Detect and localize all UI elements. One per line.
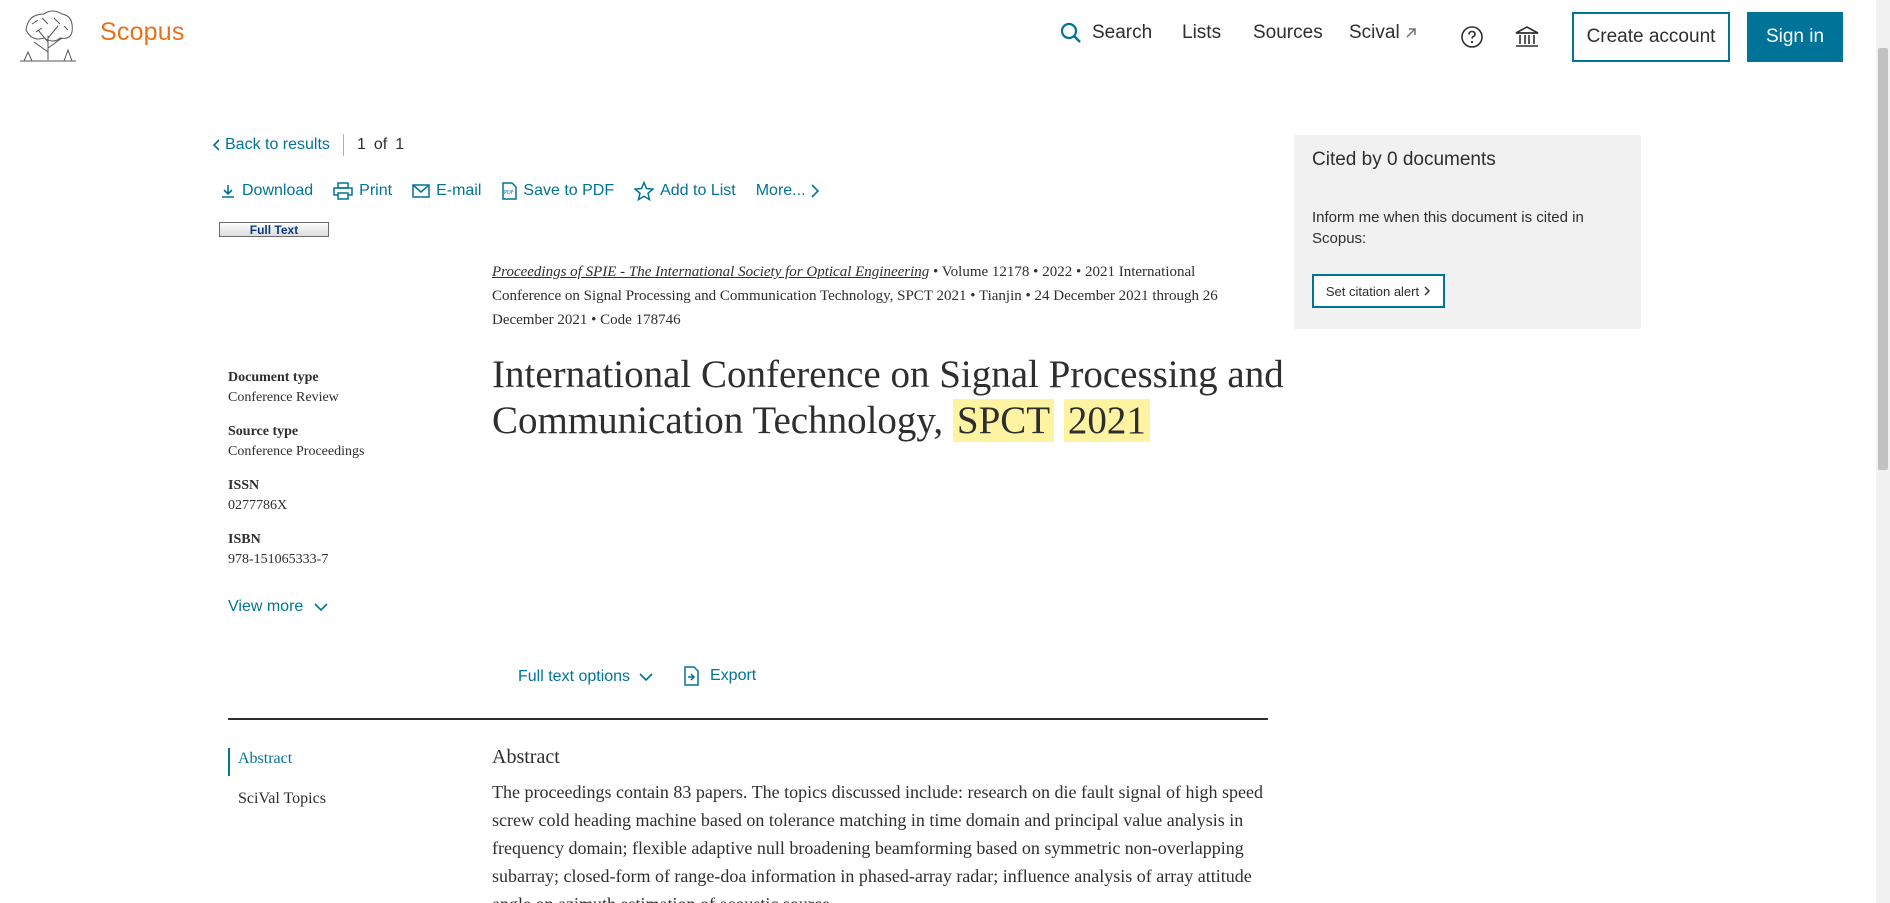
add-to-list-button[interactable]: Add to List [634,181,736,201]
export-icon [684,666,699,686]
isbn-label: ISBN [228,532,261,547]
more-menu-button[interactable]: More... [756,182,826,200]
set-citation-alert-button[interactable]: Set citation alert [1312,274,1445,308]
bullet: • [1025,288,1035,304]
set-citation-alert-label: Set citation alert [1325,283,1420,299]
email-label: E-mail [436,182,482,199]
isbn-value: 978-151065333-7 [228,552,329,567]
help-circle-icon[interactable] [1460,25,1484,49]
isbn-field: ISBN 978-151065333-7 [228,530,364,570]
divider [342,134,344,156]
institution-icon[interactable] [1514,24,1540,50]
volume: Volume 12178 [941,264,1030,280]
save-pdf-label: Save to PDF [523,182,615,199]
section-divider [228,718,1268,720]
bullet: • [1075,264,1085,280]
nav-search[interactable]: Search [1060,22,1152,44]
chevron-right-icon [810,184,819,198]
abstract-text: The proceedings contain 83 papers. The t… [492,782,1263,903]
add-to-list-label: Add to List [660,182,736,199]
page-scrollbar-thumb[interactable] [1878,48,1888,470]
save-pdf-button[interactable]: PDF Save to PDF [501,182,614,200]
nav-lists-label: Lists [1182,22,1222,43]
top-header: Scopus Search Lists Sources Scival Creat… [0,0,1890,76]
doc-type-label: Document type [228,370,319,385]
search-icon [1060,22,1081,43]
sidenav-item-abstract[interactable]: Abstract [228,748,326,776]
page-of: of [373,136,388,153]
full-text-options-button[interactable]: Full text options [518,668,654,686]
pdf-icon: PDF [502,182,518,200]
bullet: • [591,312,601,328]
email-button[interactable]: E-mail [412,182,481,200]
back-to-results-label: Back to results [225,136,330,153]
export-label: Export [710,667,757,684]
issn-value: 0277786X [228,498,288,513]
sign-in-button[interactable]: Sign in [1747,12,1843,62]
back-to-results-link[interactable]: Back to results [212,136,330,154]
chevron-left-icon [212,139,220,151]
page-total: 1 [395,136,405,153]
sidenav-item-scival-topics[interactable]: SciVal Topics [228,790,326,808]
source-type-field: Source type Conference Proceedings [228,422,364,462]
nav-scival[interactable]: Scival [1349,22,1418,44]
cited-by-panel: Cited by 0 documents Inform me when this… [1294,135,1641,329]
cited-by-title: Cited by 0 documents [1312,149,1496,170]
nav-sources-label: Sources [1253,22,1323,43]
cited-by-inform-text: Inform me when this document is cited in… [1312,209,1584,247]
bullet: • [1033,264,1043,280]
document-toolbar: Download Print E-mail PDF Save to PDF Ad… [220,181,846,201]
document-title: International Conference on Signal Proce… [492,352,1292,444]
star-icon [634,181,655,201]
download-label: Download [242,182,314,199]
svg-text:PDF: PDF [504,190,514,196]
conference-location: Tianjin [978,288,1022,304]
conference-code: Code 178746 [600,312,681,328]
nav-scival-label: Scival [1349,22,1400,43]
title-highlight: SPCT [952,399,1055,442]
view-more-label: View more [228,598,304,615]
email-icon [412,184,430,198]
page-current: 1 [356,136,366,153]
doc-type-field: Document type Conference Review [228,368,364,408]
external-link-icon [1406,28,1416,38]
nav-search-label: Search [1092,22,1153,43]
print-label: Print [359,182,393,199]
document-metadata: Document type Conference Review Source t… [228,368,364,584]
doc-type-value: Conference Review [228,390,339,405]
nav-lists[interactable]: Lists [1182,22,1221,44]
bullet: • [933,264,942,280]
chevron-right-icon [1424,286,1431,296]
print-button[interactable]: Print [333,182,392,200]
more-label: More... [755,182,806,199]
nav-sources[interactable]: Sources [1253,22,1323,44]
section-sidenav: Abstract SciVal Topics [228,748,326,808]
create-account-button[interactable]: Create account [1572,12,1730,62]
abstract-heading: Abstract [492,746,560,768]
source-type-label: Source type [228,424,299,439]
full-text-button[interactable]: Full Text [219,222,329,237]
scopus-brand-link[interactable]: Scopus [100,18,185,47]
source-type-value: Conference Proceedings [228,444,365,459]
source-info: Proceedings of SPIE - The International … [492,260,1262,332]
issn-field: ISSN 0277786X [228,476,364,516]
issn-label: ISSN [228,478,260,493]
chevron-down-icon [314,603,328,612]
download-button[interactable]: Download [220,182,313,200]
title-highlight: 2021 [1063,399,1150,442]
year: 2022 [1042,264,1073,280]
results-navigation: Back to results 1 of 1 [212,134,404,156]
elsevier-logo-icon[interactable] [18,8,78,63]
export-button[interactable]: Export [682,666,756,686]
full-text-options-label: Full text options [518,668,631,685]
view-more-button[interactable]: View more [228,598,329,616]
download-icon [222,185,234,198]
journal-title-link[interactable]: Proceedings of SPIE - The International … [492,264,929,280]
title-text: International Conference on Signal Proce… [492,353,1284,442]
chevron-down-icon [639,673,653,682]
print-icon [333,182,353,200]
bullet: • [970,288,979,304]
